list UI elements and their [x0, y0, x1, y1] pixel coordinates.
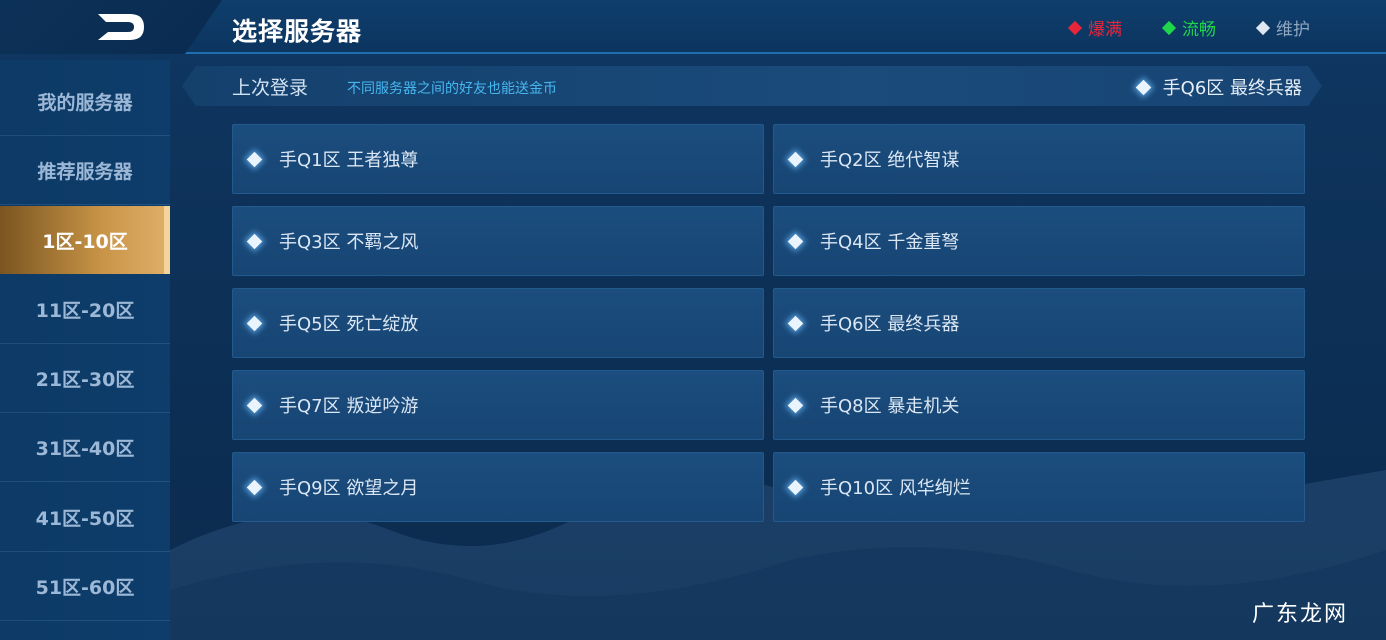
- sidebar-item-label: 41区-50区: [35, 508, 135, 530]
- sidebar-item-my-servers[interactable]: 我的服务器: [0, 68, 170, 136]
- server-status-diamond-icon: [787, 479, 804, 495]
- sidebar-item-label: 31区-40区: [35, 438, 135, 460]
- server-card-q9[interactable]: 手Q9区 欲望之月: [232, 452, 764, 522]
- server-list: 手Q1区 王者独尊 手Q2区 绝代智谋 手Q3区 不羁之风 手Q4区 千金重弩 …: [232, 124, 1305, 522]
- top-header: 选择服务器 爆满 流畅 维护: [0, 0, 1386, 54]
- last-login-label: 上次登录: [232, 77, 309, 99]
- server-card-q8[interactable]: 手Q8区 暴走机关: [773, 370, 1305, 440]
- red-diamond-icon: [1067, 20, 1083, 35]
- legend-smooth: 流畅: [1161, 15, 1216, 40]
- sidebar-item-1-10[interactable]: 1区-10区: [0, 206, 170, 274]
- server-name: 手Q5区 死亡绽放: [279, 314, 419, 335]
- legend-full: 爆满: [1067, 15, 1122, 40]
- back-arrow-icon[interactable]: [92, 10, 148, 44]
- server-name: 手Q10区 风华绚烂: [820, 478, 971, 499]
- sidebar-item-31-40[interactable]: 31区-40区: [0, 414, 170, 482]
- server-card-q2[interactable]: 手Q2区 绝代智谋: [773, 124, 1305, 194]
- server-status-diamond-icon: [246, 397, 263, 413]
- server-status-diamond-icon: [246, 479, 263, 495]
- server-card-q10[interactable]: 手Q10区 风华绚烂: [773, 452, 1305, 522]
- server-card-q6[interactable]: 手Q6区 最终兵器: [773, 288, 1305, 358]
- server-card-q7[interactable]: 手Q7区 叛逆吟游: [232, 370, 764, 440]
- legend-label-smooth: 流畅: [1182, 20, 1216, 40]
- server-status-diamond-icon: [246, 151, 263, 167]
- sidebar-item-recommended[interactable]: 推荐服务器: [0, 137, 170, 205]
- server-card-q5[interactable]: 手Q5区 死亡绽放: [232, 288, 764, 358]
- sidebar-item-41-50[interactable]: 41区-50区: [0, 484, 170, 552]
- legend-maintenance: 维护: [1255, 15, 1310, 40]
- white-diamond-icon: [1255, 20, 1271, 35]
- server-card-q3[interactable]: 手Q3区 不羁之风: [232, 206, 764, 276]
- sidebar-item-label: 我的服务器: [37, 92, 133, 114]
- last-login-server[interactable]: 手Q6区 最终兵器: [1135, 74, 1302, 100]
- server-status-diamond-icon: [787, 233, 804, 249]
- server-range-sidebar: 我的服务器 推荐服务器 1区-10区 11区-20区 21区-30区 31区-4…: [0, 60, 170, 640]
- server-status-diamond-icon: [246, 315, 263, 331]
- server-status-diamond-icon: [787, 151, 804, 167]
- sidebar-item-label: 11区-20区: [35, 300, 135, 322]
- server-status-diamond-icon: [787, 315, 804, 331]
- server-status-diamond-icon: [1135, 79, 1151, 95]
- server-name: 手Q2区 绝代智谋: [820, 150, 960, 171]
- watermark: 广东龙网: [1251, 602, 1348, 627]
- last-login-hint: 不同服务器之间的好友也能送金币: [347, 81, 557, 97]
- sidebar-item-label: 51区-60区: [35, 577, 135, 599]
- green-diamond-icon: [1161, 20, 1177, 35]
- server-name: 手Q8区 暴走机关: [820, 396, 960, 417]
- server-name: 手Q7区 叛逆吟游: [279, 396, 419, 417]
- last-login-server-name: 手Q6区 最终兵器: [1162, 78, 1302, 99]
- server-name: 手Q6区 最终兵器: [820, 314, 960, 335]
- legend-label-full: 爆满: [1088, 20, 1122, 40]
- server-status-diamond-icon: [787, 397, 804, 413]
- server-name: 手Q9区 欲望之月: [279, 478, 419, 499]
- sidebar-item-label: 推荐服务器: [37, 161, 133, 183]
- sidebar-item-51-60[interactable]: 51区-60区: [0, 553, 170, 621]
- sidebar-item-11-20[interactable]: 11区-20区: [0, 276, 170, 344]
- server-name: 手Q4区 千金重弩: [820, 232, 960, 253]
- server-card-q4[interactable]: 手Q4区 千金重弩: [773, 206, 1305, 276]
- sidebar-item-label: 1区-10区: [42, 230, 128, 253]
- server-status-diamond-icon: [246, 233, 263, 249]
- page-title: 选择服务器: [232, 17, 363, 46]
- sidebar-item-21-30[interactable]: 21区-30区: [0, 345, 170, 413]
- server-name: 手Q1区 王者独尊: [279, 150, 419, 171]
- server-card-q1[interactable]: 手Q1区 王者独尊: [232, 124, 764, 194]
- legend-label-maintenance: 维护: [1276, 20, 1310, 40]
- server-name: 手Q3区 不羁之风: [279, 232, 419, 253]
- server-status-legend: 爆满 流畅 维护: [1067, 15, 1310, 40]
- sidebar-item-label: 21区-30区: [35, 369, 135, 391]
